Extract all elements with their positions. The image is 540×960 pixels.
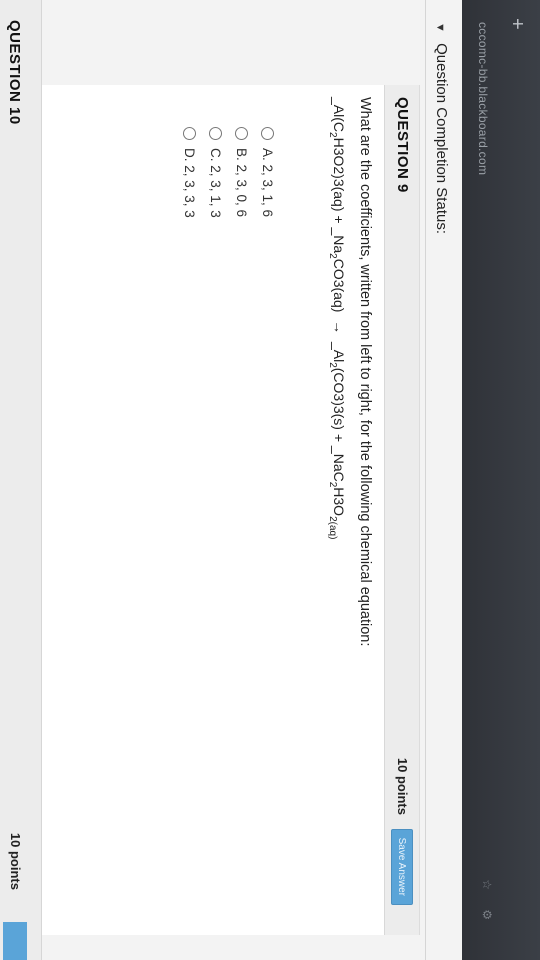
save-answer-button[interactable]: Save Answer: [391, 828, 413, 905]
question-text: What are the coefficients, written from …: [357, 97, 373, 647]
radio-button-d[interactable]: [183, 127, 197, 140]
option-c[interactable]: C. 2, 3, 1, 3: [203, 127, 229, 218]
browser-screen: + cccomc-bb.blackboard.com ☆ ⚙ ▼ Questio…: [0, 0, 540, 960]
address-bar[interactable]: cccomc-bb.blackboard.com: [476, 22, 490, 175]
option-d[interactable]: D. 2, 3, 3, 3: [177, 127, 203, 218]
extensions-icon[interactable]: ⚙: [480, 909, 494, 920]
question-9-panel: QUESTION 9 10 points Save Answer What ar…: [0, 85, 420, 935]
question-header: QUESTION 9 10 points Save Answer: [384, 85, 419, 935]
question-title: QUESTION 9: [394, 97, 411, 193]
answer-options: A. 2, 3, 1, 6 B. 2, 3, 0, 6 C. 2, 3, 1, …: [177, 127, 281, 218]
new-tab-button[interactable]: +: [505, 18, 528, 30]
option-b-label: B. 2, 3, 0, 6: [234, 148, 250, 218]
browser-toolbar: + cccomc-bb.blackboard.com ☆ ⚙: [462, 0, 540, 960]
completion-status-label: Question Completion Status:: [433, 43, 450, 234]
chevron-down-icon: ▼: [434, 22, 446, 33]
option-a-label: A. 2, 3, 1, 6: [260, 148, 276, 218]
question-completion-status[interactable]: ▼ Question Completion Status:: [425, 0, 456, 960]
option-a[interactable]: A. 2, 3, 1, 6: [255, 127, 281, 218]
page-content: ▼ Question Completion Status: QUESTION 9…: [0, 0, 462, 960]
option-b[interactable]: B. 2, 3, 0, 6: [229, 127, 255, 218]
radio-button-a[interactable]: [261, 127, 275, 140]
chemical-equation: _Al(C2H3O2)3(aq) + _Na2CO3(aq) → _Al2(CO…: [327, 97, 347, 540]
option-c-label: C. 2, 3, 1, 3: [208, 148, 224, 218]
radio-button-c[interactable]: [209, 127, 223, 140]
option-d-label: D. 2, 3, 3, 3: [182, 148, 198, 218]
next-question-points: 10 points: [8, 832, 23, 890]
bookmark-star-icon[interactable]: ☆: [480, 879, 494, 890]
next-save-answer-button[interactable]: [3, 922, 27, 960]
question-10-header: QUESTION 10 10 points: [0, 0, 42, 960]
question-points: 10 points: [395, 757, 410, 815]
radio-button-b[interactable]: [235, 127, 249, 140]
next-question-title: QUESTION 10: [6, 20, 23, 125]
